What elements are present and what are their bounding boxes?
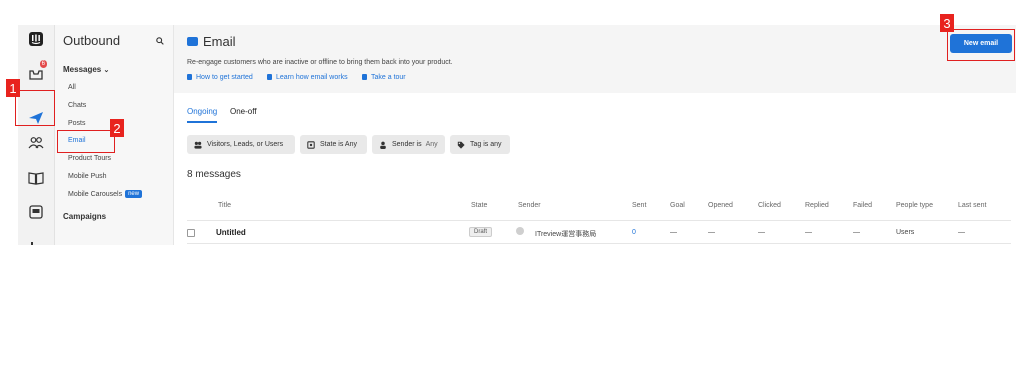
person-icon <box>380 141 386 149</box>
sidebar-item-chats[interactable]: Chats <box>68 102 86 109</box>
app-window: 6 Outbound Messages ⌄ All Chats Posts Em… <box>18 25 1016 245</box>
chevron-down-icon: ⌄ <box>103 67 110 74</box>
state-icon <box>307 140 315 149</box>
link-label: Take a tour <box>371 74 406 81</box>
inbox-icon[interactable]: 6 <box>24 60 48 85</box>
callout-box-email <box>57 130 115 153</box>
column-header-failed[interactable]: Failed <box>853 202 872 209</box>
page-header: Email Re-engage customers who are inacti… <box>174 25 1016 93</box>
table-divider <box>187 220 1011 221</box>
page-title: Email <box>203 34 236 49</box>
tag-icon <box>457 141 465 149</box>
sidebar-title: Outbound <box>63 33 121 48</box>
column-header-opened[interactable]: Opened <box>708 202 733 209</box>
how-to-get-started-link[interactable]: How to get started <box>187 74 253 81</box>
callout-number-1: 1 <box>6 79 20 97</box>
filter-value: Any <box>425 141 438 148</box>
sidebar-item-label: Mobile Carousels <box>68 190 123 198</box>
row-last-sent: — <box>958 229 965 236</box>
row-sender: ITreview運営事務局 <box>535 231 597 238</box>
reports-icon[interactable] <box>24 233 48 245</box>
book-icon <box>267 74 272 81</box>
campaigns-section[interactable]: Campaigns <box>63 212 106 221</box>
row-title[interactable]: Untitled <box>216 228 246 237</box>
column-header-sent[interactable]: Sent <box>632 202 646 209</box>
sidebar-item-product-tours[interactable]: Product Tours <box>68 155 111 162</box>
sidebar-item-mobile-push[interactable]: Mobile Push <box>68 173 107 180</box>
main-content: Email Re-engage customers who are inacti… <box>174 25 1016 245</box>
avatar <box>516 227 524 235</box>
email-envelope-icon <box>187 37 198 46</box>
messenger-icon[interactable] <box>24 201 48 223</box>
column-header-state[interactable]: State <box>471 202 487 209</box>
articles-book-icon[interactable] <box>24 167 48 189</box>
link-label: How to get started <box>196 74 253 81</box>
link-label: Learn how email works <box>276 74 348 81</box>
messages-section-label: Messages <box>63 65 102 74</box>
tour-icon <box>362 74 367 81</box>
column-header-last-sent[interactable]: Last sent <box>958 202 986 209</box>
callout-box-outbound <box>15 90 55 126</box>
row-goal: — <box>670 229 677 236</box>
tab-one-off[interactable]: One-off <box>230 107 257 116</box>
contacts-icon[interactable] <box>24 132 48 154</box>
row-people-type: Users <box>896 229 915 236</box>
row-sent[interactable]: 0 <box>632 229 636 236</box>
people-icon <box>194 141 202 149</box>
filter-label: Tag is any <box>470 141 502 148</box>
state-filter[interactable]: State is Any <box>300 135 367 154</box>
callout-number-3: 3 <box>940 14 954 32</box>
learn-email-link[interactable]: Learn how email works <box>267 74 348 81</box>
callout-number-2: 2 <box>110 119 124 137</box>
book-icon <box>187 74 192 81</box>
sidebar-item-posts[interactable]: Posts <box>68 120 86 127</box>
sidebar-item-mobile-carousels[interactable]: Mobile Carousels new <box>68 190 143 198</box>
audience-filter[interactable]: Visitors, Leads, or Users <box>187 135 295 154</box>
page-description: Re-engage customers who are inactive or … <box>187 59 453 66</box>
filter-label: Sender is <box>392 141 422 148</box>
row-opened: — <box>708 229 715 236</box>
sender-filter[interactable]: Sender is Any <box>372 135 445 154</box>
row-clicked: — <box>758 229 765 236</box>
row-failed: — <box>853 229 860 236</box>
filter-label: Visitors, Leads, or Users <box>207 141 284 148</box>
new-badge: new <box>125 190 143 198</box>
take-a-tour-link[interactable]: Take a tour <box>362 74 406 81</box>
app-logo-icon[interactable] <box>24 28 48 50</box>
column-header-people-type[interactable]: People type <box>896 202 933 209</box>
state-badge: Draft <box>469 227 493 237</box>
table-divider <box>187 243 1011 244</box>
inbox-badge: 6 <box>39 60 47 68</box>
column-header-title[interactable]: Title <box>218 202 231 209</box>
messages-section-toggle[interactable]: Messages ⌄ <box>63 65 109 74</box>
search-icon[interactable] <box>156 37 164 45</box>
filter-label: State is Any <box>320 141 357 148</box>
callout-box-new-email <box>947 29 1015 61</box>
message-count: 8 messages <box>187 169 241 180</box>
column-header-sender[interactable]: Sender <box>518 202 541 209</box>
column-header-replied[interactable]: Replied <box>805 202 829 209</box>
tag-filter[interactable]: Tag is any <box>450 135 510 154</box>
row-replied: — <box>805 229 812 236</box>
column-header-clicked[interactable]: Clicked <box>758 202 781 209</box>
column-header-goal[interactable]: Goal <box>670 202 685 209</box>
sidebar-item-all[interactable]: All <box>68 84 76 91</box>
tab-ongoing[interactable]: Ongoing <box>187 107 218 123</box>
row-checkbox[interactable] <box>187 229 195 237</box>
icon-rail: 6 <box>18 25 55 245</box>
